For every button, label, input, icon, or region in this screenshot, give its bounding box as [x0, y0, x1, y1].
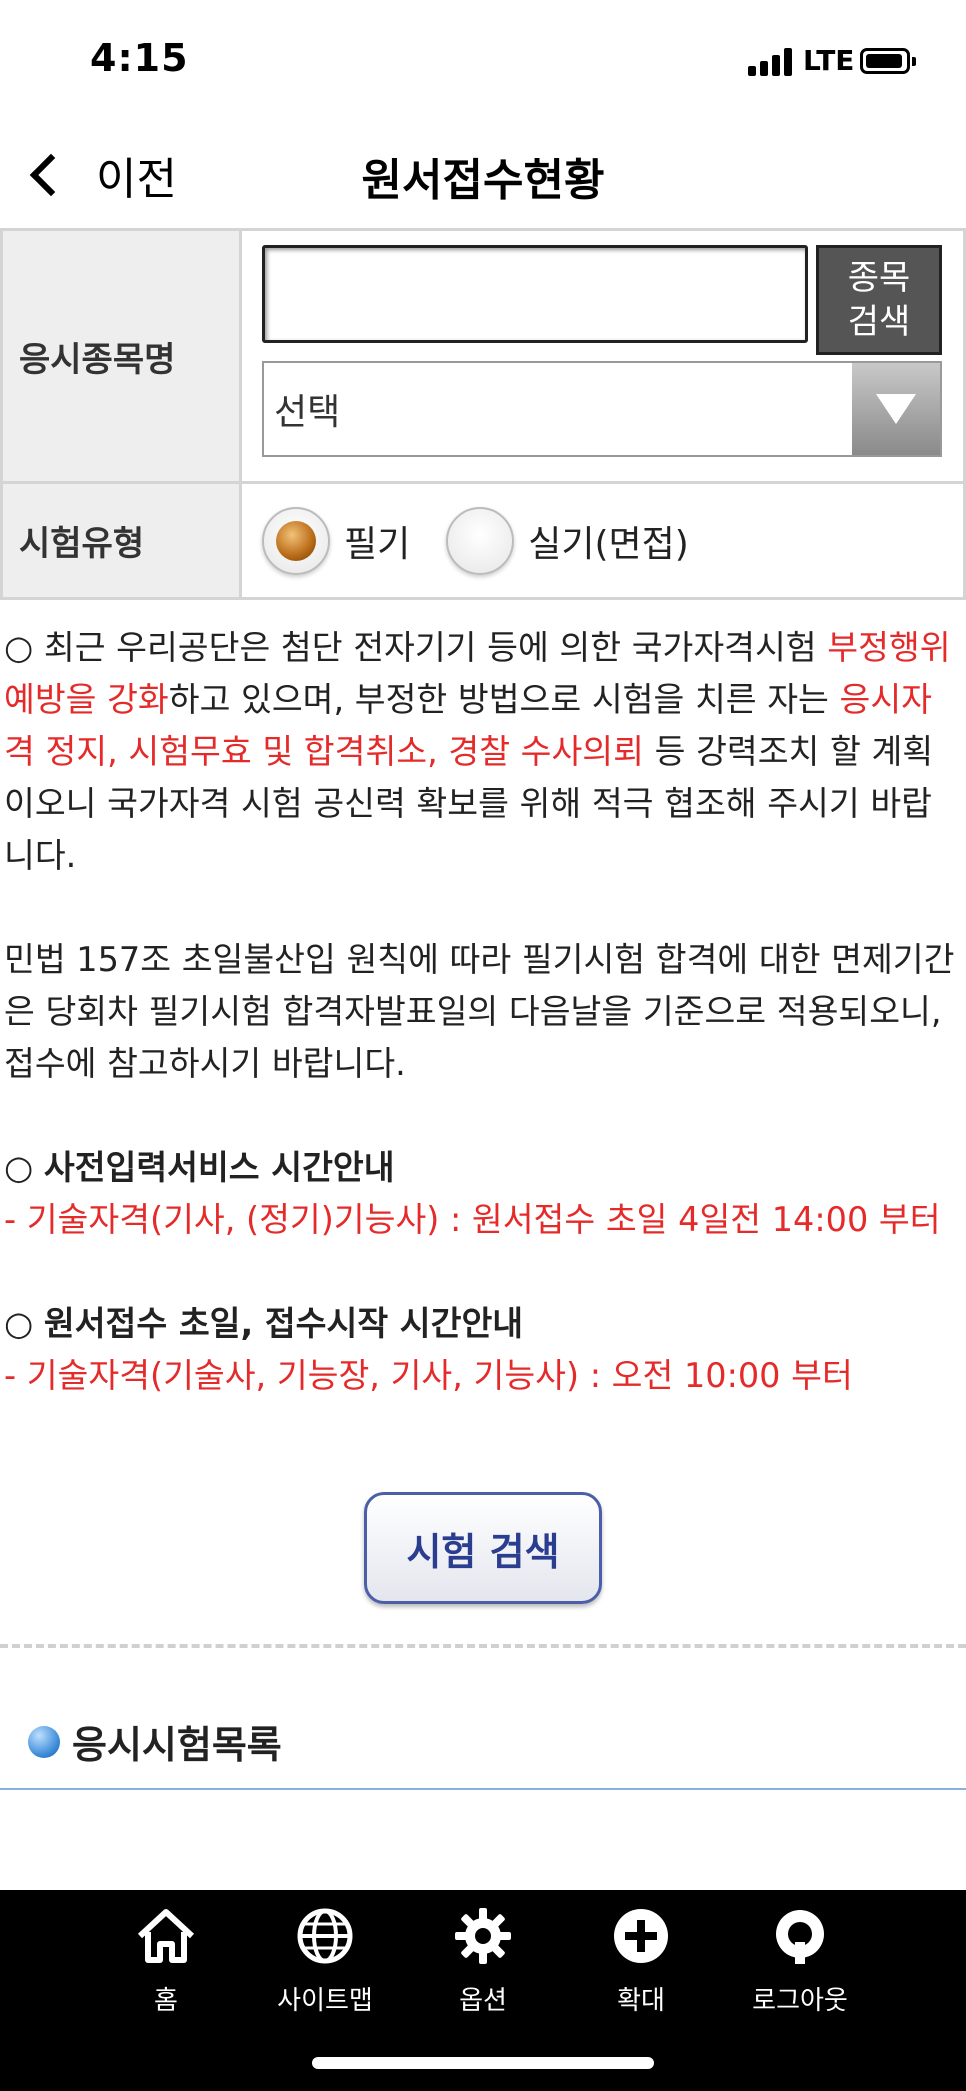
item-name-controls: 종목 검색 선택 [242, 231, 966, 481]
radio-practical-label: 실기(면접) [528, 524, 689, 565]
divider [0, 1788, 966, 1790]
plus-circle-icon [614, 1909, 668, 1963]
bottom-nav-label: 확대 [617, 1986, 665, 2016]
gear-icon [455, 1908, 511, 1964]
bottom-nav-zoom[interactable]: 확대 [571, 1904, 711, 2017]
item-name-label: 응시종목명 [0, 231, 242, 481]
section-bullet: ○ [4, 1304, 44, 1343]
exam-list-title: 응시시험목록 [72, 1723, 282, 1767]
notice-section-2: ○ 원서접수 초일, 접수시작 시간안내 - 기술자격(기술사, 기능장, 기사… [4, 1298, 962, 1402]
item-select[interactable]: 선택 [262, 361, 942, 457]
bottom-nav-sitemap[interactable]: 사이트맵 [255, 1904, 395, 2017]
bottom-nav-home[interactable]: 홈 [96, 1904, 236, 2017]
form-row-exam-type: 시험유형 필기 실기(면접) [0, 484, 966, 600]
back-button[interactable]: 이전 [18, 140, 177, 210]
section-bullet: ○ [4, 1148, 44, 1187]
section-heading: 원서접수 초일, 접수시작 시간안내 [43, 1304, 524, 1343]
bottom-nav: 홈 사이트맵 옵션 확대 로그아웃 [0, 1890, 966, 2091]
home-indicator[interactable] [312, 2057, 654, 2069]
item-search-button-label: 종목 검색 [847, 258, 911, 342]
signal-icon [748, 48, 794, 76]
divider [0, 1644, 966, 1648]
bottom-nav-options[interactable]: 옵션 [413, 1904, 553, 2017]
bottom-nav-logout[interactable]: 로그아웃 [730, 1904, 870, 2017]
network-type: LTE [803, 44, 855, 77]
bottom-nav-label: 로그아웃 [752, 1986, 848, 2016]
home-icon [137, 1909, 195, 1963]
search-form: 응시종목명 종목 검색 선택 시험유형 필기 실기(면접) [0, 228, 966, 600]
exam-list-header: 응시시험목록 [28, 1714, 282, 1769]
section-detail: - 기술자격(기술사, 기능장, 기사, 기능사) : 오전 10:00 부터 [4, 1356, 853, 1395]
status-time: 4:15 [90, 36, 189, 80]
radio-written-label: 필기 [344, 524, 411, 565]
battery-icon [860, 48, 916, 74]
notice: ○ 최근 우리공단은 첨단 전자기기 등에 의한 국가자격시험 부정행위 예방을… [0, 622, 966, 1454]
dropdown-arrow-icon [852, 363, 940, 455]
notice-paragraph-2: 민법 157조 초일불산입 원칙에 따라 필기시험 합격에 대한 면제기간은 당… [4, 940, 955, 1083]
form-row-item-name: 응시종목명 종목 검색 선택 [0, 231, 966, 484]
radio-practical[interactable] [446, 507, 515, 575]
notice-text: 하고 있으며, 부정한 방법으로 시험을 치른 자는 [168, 680, 840, 719]
bottom-nav-label: 사이트맵 [277, 1986, 373, 2016]
notice-paragraph-1: ○ 최근 우리공단은 첨단 전자기기 등에 의한 국가자격시험 부정행위 예방을… [4, 622, 962, 882]
bottom-nav-label: 홈 [154, 1986, 178, 2016]
notice-text: ○ 최근 우리공단은 첨단 전자기기 등에 의한 국가자격시험 [4, 628, 828, 667]
item-name-input[interactable] [262, 245, 808, 343]
exam-type-controls: 필기 실기(면접) [242, 484, 966, 597]
bullet-icon [28, 1725, 60, 1758]
section-heading: 사전입력서비스 시간안내 [43, 1148, 395, 1187]
nav-bar: 원서접수현황 이전 [0, 120, 966, 228]
chevron-left-icon [29, 153, 73, 197]
notice-section-1: ○ 사전입력서비스 시간안내 - 기술자격(기사, (정기)기능사) : 원서접… [4, 1142, 962, 1246]
back-label: 이전 [96, 154, 177, 205]
radio-written[interactable] [262, 507, 330, 575]
exam-type-label: 시험유형 [0, 484, 242, 597]
bottom-nav-label: 옵션 [459, 1986, 507, 2016]
exam-search-button[interactable]: 시험 검색 [364, 1492, 602, 1604]
status-bar: 4:15 LTE [0, 0, 966, 120]
section-detail: - 기술자격(기사, (정기)기능사) : 원서접수 초일 4일전 14:00 … [4, 1200, 941, 1239]
item-search-button[interactable]: 종목 검색 [816, 245, 942, 355]
item-select-value: 선택 [274, 392, 341, 433]
power-icon [776, 1910, 824, 1964]
globe-icon [297, 1908, 353, 1964]
